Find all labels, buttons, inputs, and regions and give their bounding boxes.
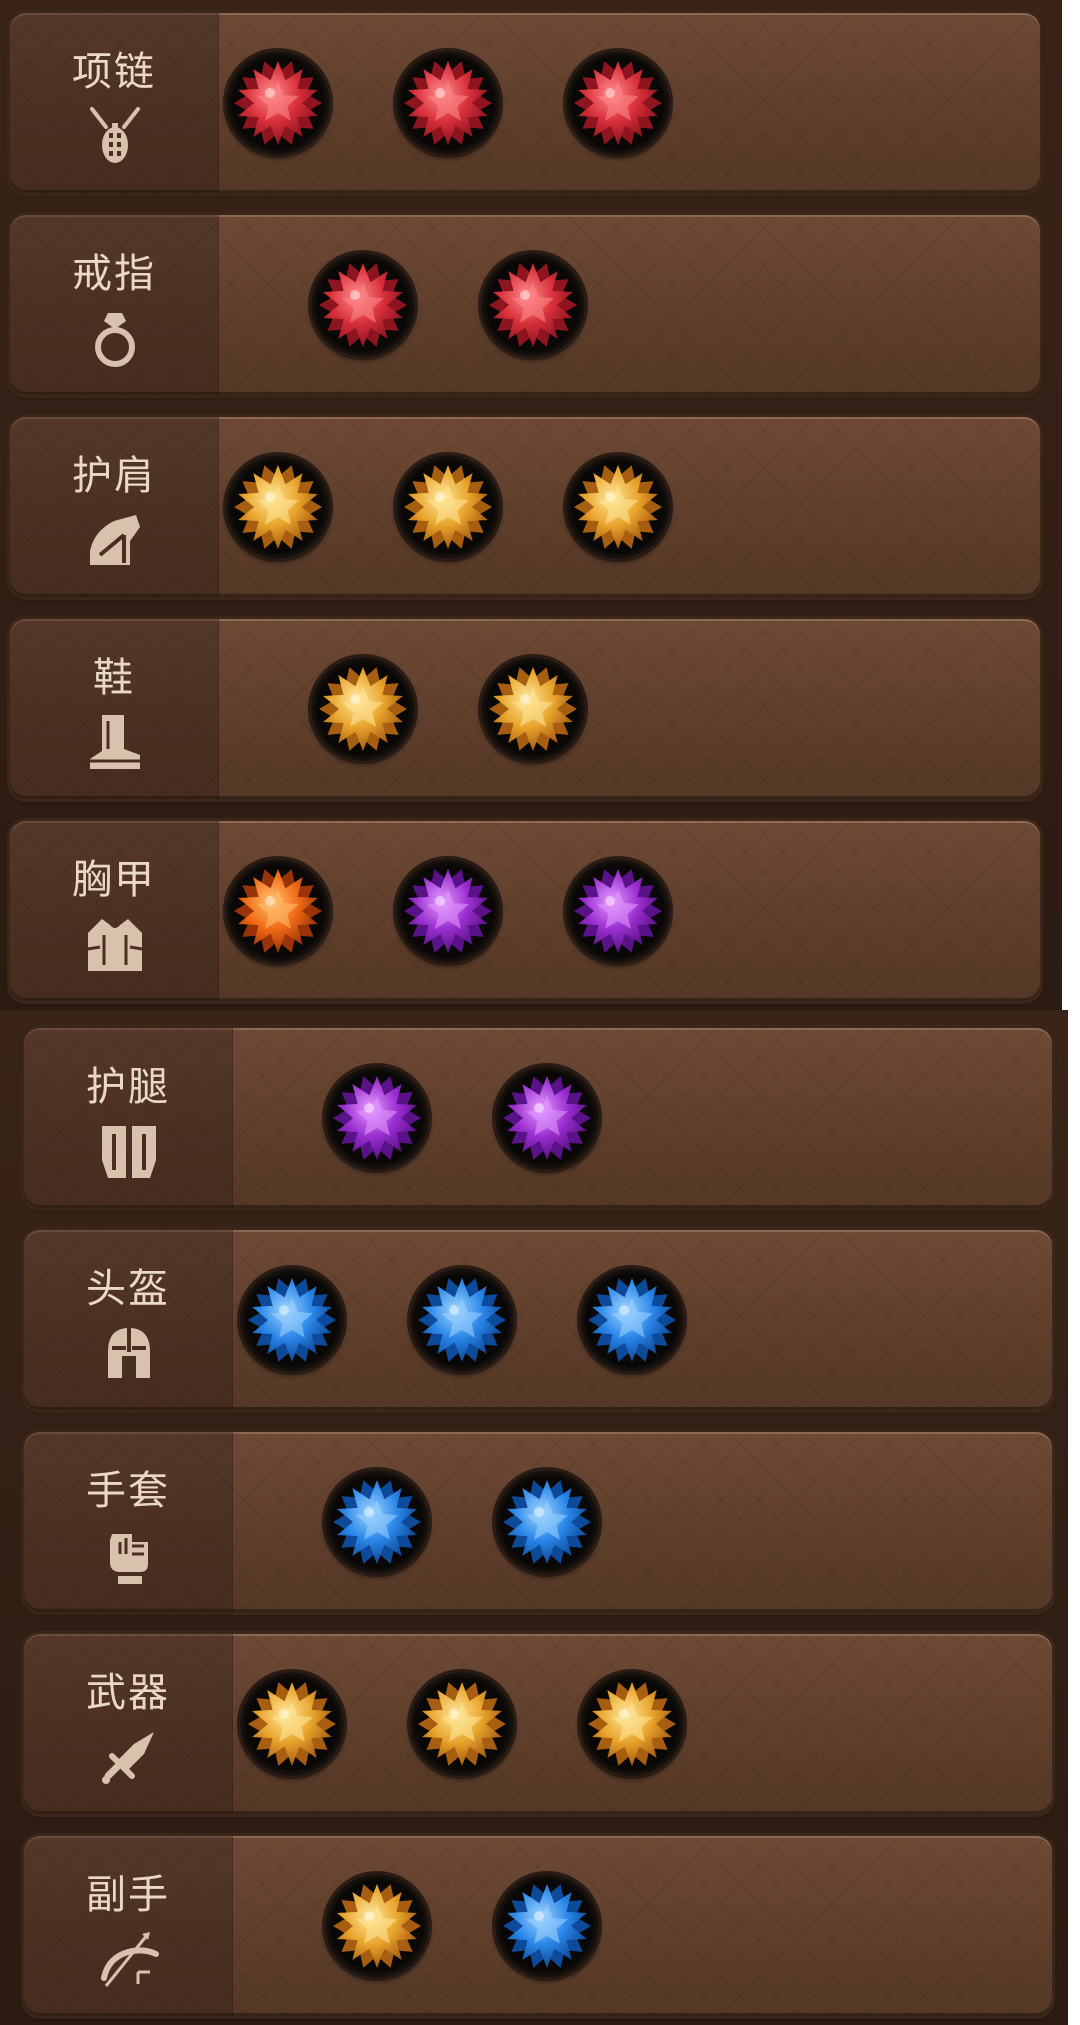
gem-socket-red[interactable] xyxy=(566,51,670,155)
slot-label-panel: 戒指 xyxy=(10,215,219,395)
gem-socket-gold[interactable] xyxy=(311,657,415,761)
slot-name: 头盔 xyxy=(86,1266,170,1312)
offhand-bow-icon xyxy=(98,1928,160,1990)
screenshot-edge xyxy=(1062,0,1080,1010)
gem-socket-gold[interactable] xyxy=(580,1672,684,1776)
gem-socket-purple[interactable] xyxy=(495,1066,599,1170)
slot-label-panel: 护肩 xyxy=(10,417,219,597)
gem-socket-gold[interactable] xyxy=(410,1672,514,1776)
slot-label-panel: 副手 xyxy=(24,1836,233,2016)
gem-socket-blue[interactable] xyxy=(495,1874,599,1978)
equipment-slot-row[interactable]: 手套 xyxy=(24,1432,1052,1612)
leg-guard-icon xyxy=(98,1120,160,1182)
equipment-slot-row[interactable]: 戒指 xyxy=(10,215,1040,395)
equipment-slot-row[interactable]: 护腿 xyxy=(24,1028,1052,1208)
slot-label-panel: 项链 xyxy=(10,13,219,193)
slot-name: 手套 xyxy=(86,1468,170,1514)
gem-socket-orange[interactable] xyxy=(226,859,330,963)
slot-name: 项链 xyxy=(72,49,156,95)
slot-name: 护肩 xyxy=(72,453,156,499)
gem-socket-red[interactable] xyxy=(311,253,415,357)
chest-armor-icon xyxy=(84,913,146,975)
equipment-slot-row[interactable]: 胸甲 xyxy=(10,821,1040,1001)
equipment-slot-row[interactable]: 头盔 xyxy=(24,1230,1052,1410)
gem-socket-gold[interactable] xyxy=(325,1874,429,1978)
gem-socket-gold[interactable] xyxy=(240,1672,344,1776)
slot-name: 武器 xyxy=(86,1670,170,1716)
slot-name: 戒指 xyxy=(72,251,156,297)
gem-socket-gold[interactable] xyxy=(396,455,500,559)
gem-socket-red[interactable] xyxy=(481,253,585,357)
slot-name: 鞋 xyxy=(93,655,135,701)
equipment-slot-row[interactable]: 武器 xyxy=(24,1634,1052,1814)
gem-socket-blue[interactable] xyxy=(495,1470,599,1574)
gem-socket-gold[interactable] xyxy=(226,455,330,559)
slot-label-panel: 护腿 xyxy=(24,1028,233,1208)
slot-label-panel: 头盔 xyxy=(24,1230,233,1410)
equipment-slot-row[interactable]: 鞋 xyxy=(10,619,1040,799)
glove-icon xyxy=(98,1524,160,1586)
slot-name: 副手 xyxy=(86,1872,170,1918)
slot-label-panel: 胸甲 xyxy=(10,821,219,1001)
weapon-icon xyxy=(98,1726,160,1788)
equipment-slot-row[interactable]: 护肩 xyxy=(10,417,1040,597)
gem-socket-purple[interactable] xyxy=(566,859,670,963)
gem-socket-gold[interactable] xyxy=(566,455,670,559)
gem-socket-purple[interactable] xyxy=(396,859,500,963)
gem-socket-blue[interactable] xyxy=(580,1268,684,1372)
slot-label-panel: 武器 xyxy=(24,1634,233,1814)
screenshot-edge-bottom xyxy=(1068,1010,1080,2025)
ring-icon xyxy=(84,307,146,369)
shoulder-guard-icon xyxy=(84,509,146,571)
gem-socket-blue[interactable] xyxy=(325,1470,429,1574)
slot-name: 胸甲 xyxy=(72,857,156,903)
boots-icon xyxy=(84,711,146,773)
gem-socket-gold[interactable] xyxy=(481,657,585,761)
equipment-slot-row[interactable]: 项链 xyxy=(10,13,1040,193)
gem-socket-blue[interactable] xyxy=(410,1268,514,1372)
slot-label-panel: 手套 xyxy=(24,1432,233,1612)
slot-name: 护腿 xyxy=(86,1064,170,1110)
slot-label-panel: 鞋 xyxy=(10,619,219,799)
gem-socket-red[interactable] xyxy=(226,51,330,155)
gem-socket-blue[interactable] xyxy=(240,1268,344,1372)
gem-socket-purple[interactable] xyxy=(325,1066,429,1170)
necklace-icon xyxy=(84,105,146,167)
equipment-slot-row[interactable]: 副手 xyxy=(24,1836,1052,2016)
gem-socket-red[interactable] xyxy=(396,51,500,155)
helmet-icon xyxy=(98,1322,160,1384)
